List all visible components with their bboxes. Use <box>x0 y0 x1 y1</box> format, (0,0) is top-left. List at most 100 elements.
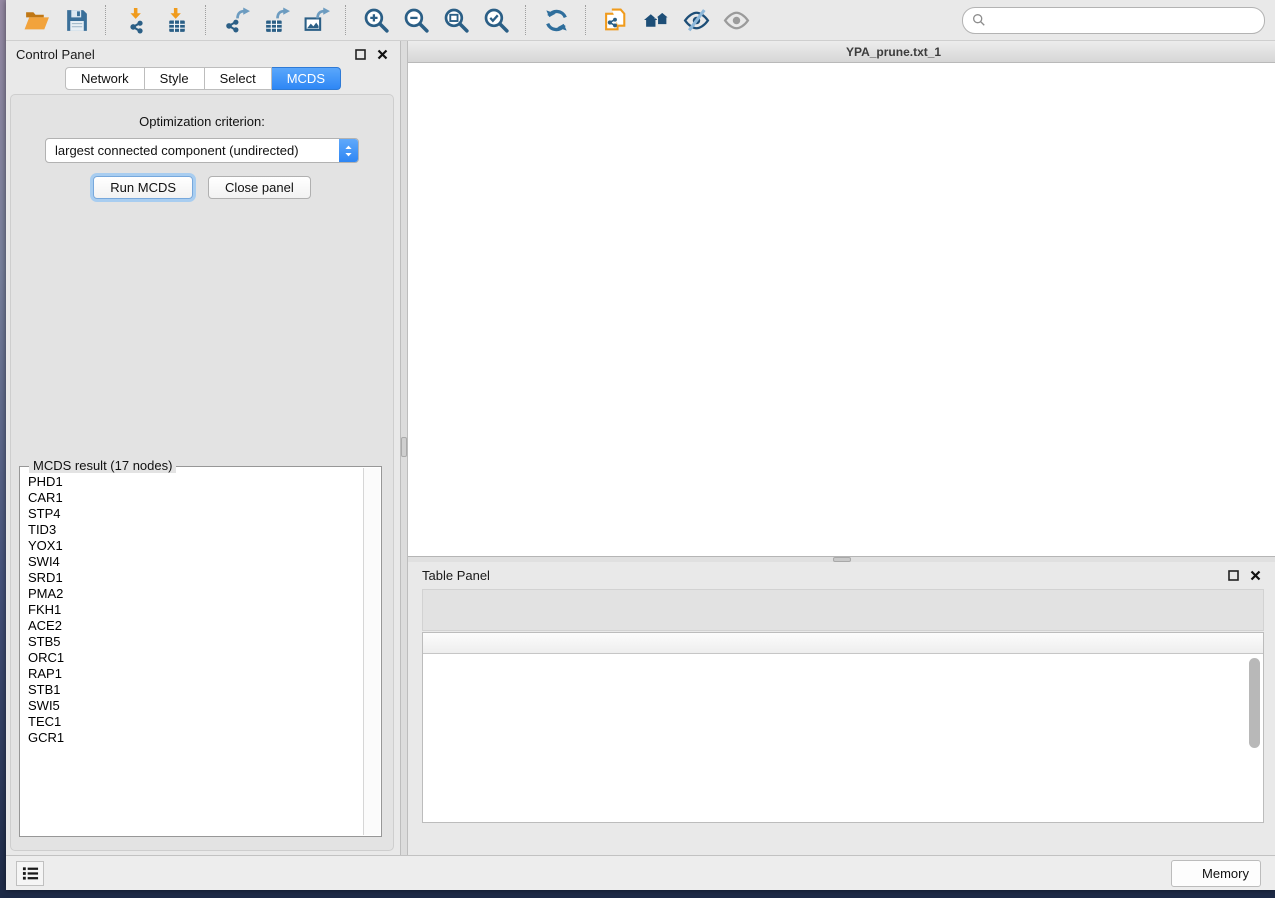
result-list-item[interactable]: TID3 <box>28 522 363 538</box>
hide-graphics-details-icon <box>683 7 710 34</box>
network-from-selection-button[interactable] <box>601 5 631 35</box>
tab-select[interactable]: Select <box>205 67 272 90</box>
table-panel: Table Panel <box>408 562 1275 855</box>
right-column: YPA_prune.txt_1 Table Panel <box>408 41 1275 855</box>
close-window-icon[interactable] <box>416 46 428 58</box>
control-panel: Control Panel NetworkStyleSelectMCDS Opt… <box>6 41 400 855</box>
result-list-item[interactable]: PMA2 <box>28 586 363 602</box>
memory-button-label: Memory <box>1202 866 1249 881</box>
main-toolbar <box>6 0 1275 41</box>
apply-layout-icon <box>543 7 570 34</box>
application-window: Control Panel NetworkStyleSelectMCDS Opt… <box>6 0 1275 890</box>
tab-style[interactable]: Style <box>145 67 205 90</box>
save-session-button[interactable] <box>61 5 91 35</box>
open-file-icon <box>23 7 50 34</box>
result-list-scrollbar[interactable] <box>363 468 380 835</box>
result-list-item[interactable]: GCR1 <box>28 730 363 746</box>
result-list-item[interactable]: CAR1 <box>28 490 363 506</box>
result-list-item[interactable]: FKH1 <box>28 602 363 618</box>
import-table-button[interactable] <box>161 5 191 35</box>
import-table-icon <box>163 7 190 34</box>
control-panel-header: Control Panel <box>6 41 400 67</box>
zoom-selected-button[interactable] <box>481 5 511 35</box>
show-graphics-details-button[interactable] <box>721 5 751 35</box>
show-graphics-details-icon <box>723 7 750 34</box>
toolbar-separator <box>585 5 587 35</box>
export-image-button[interactable] <box>301 5 331 35</box>
result-list-item[interactable]: ACE2 <box>28 618 363 634</box>
minimize-window-icon[interactable] <box>436 46 448 58</box>
scrollbar-thumb[interactable] <box>1249 658 1260 748</box>
result-list-item[interactable]: TEC1 <box>28 714 363 730</box>
export-network-button[interactable] <box>221 5 251 35</box>
status-bar: Memory <box>6 855 1275 890</box>
list-icon <box>22 866 39 880</box>
hide-graphics-details-button[interactable] <box>681 5 711 35</box>
toolbar-separator <box>105 5 107 35</box>
table-body <box>423 654 1246 822</box>
result-list-item[interactable]: STB5 <box>28 634 363 650</box>
import-network-button[interactable] <box>121 5 151 35</box>
main-area: Control Panel NetworkStyleSelectMCDS Opt… <box>6 41 1275 855</box>
first-neighbors-button[interactable] <box>641 5 671 35</box>
task-history-button[interactable] <box>16 861 44 886</box>
mcds-result-group: MCDS result (17 nodes) PHD1CAR1STP4TID3Y… <box>19 466 382 837</box>
float-panel-icon[interactable] <box>1226 568 1241 583</box>
network-canvas[interactable] <box>408 63 1275 556</box>
result-list-item[interactable]: SWI5 <box>28 698 363 714</box>
toolbar-separator <box>205 5 207 35</box>
zoom-in-button[interactable] <box>361 5 391 35</box>
network-view-window: YPA_prune.txt_1 <box>408 41 1275 557</box>
search-box[interactable] <box>962 7 1265 34</box>
close-panel-icon[interactable] <box>1248 568 1263 583</box>
criterion-dropdown[interactable]: largest connected component (undirected) <box>45 138 359 163</box>
open-file-button[interactable] <box>21 5 51 35</box>
optimization-criterion-label: Optimization criterion: <box>11 114 393 129</box>
close-panel-button[interactable]: Close panel <box>208 176 311 199</box>
result-list-item[interactable]: YOX1 <box>28 538 363 554</box>
result-list-item[interactable]: PHD1 <box>28 474 363 490</box>
import-network-icon <box>123 7 150 34</box>
zoom-selected-icon <box>483 7 510 34</box>
search-input[interactable] <box>991 12 1255 28</box>
close-panel-icon[interactable] <box>375 47 390 62</box>
export-network-icon <box>223 7 250 34</box>
table-scrollbar[interactable] <box>1248 654 1261 820</box>
control-panel-title: Control Panel <box>16 47 95 62</box>
memory-button[interactable]: Memory <box>1171 860 1261 887</box>
toolbar-separator <box>345 5 347 35</box>
first-neighbors-icon <box>643 7 670 34</box>
result-list-item[interactable]: SRD1 <box>28 570 363 586</box>
tab-network[interactable]: Network <box>65 67 145 90</box>
tab-mcds[interactable]: MCDS <box>272 67 341 90</box>
apply-layout-button[interactable] <box>541 5 571 35</box>
network-graph[interactable] <box>408 63 708 213</box>
zoom-fit-button[interactable] <box>441 5 471 35</box>
result-list-item[interactable]: ORC1 <box>28 650 363 666</box>
run-mcds-button[interactable]: Run MCDS <box>93 176 193 199</box>
node-table <box>422 632 1264 823</box>
result-list-item[interactable]: SWI4 <box>28 554 363 570</box>
memory-status-icon <box>1183 867 1195 879</box>
result-list-item[interactable]: STP4 <box>28 506 363 522</box>
table-header-row <box>423 633 1263 654</box>
splitter-grip[interactable] <box>401 437 407 457</box>
table-toolbar <box>422 589 1264 631</box>
maximize-window-icon[interactable] <box>456 46 468 58</box>
mcds-result-list[interactable]: PHD1CAR1STP4TID3YOX1SWI4SRD1PMA2FKH1ACE2… <box>20 470 363 835</box>
zoom-out-icon <box>403 7 430 34</box>
export-table-icon <box>263 7 290 34</box>
float-panel-icon[interactable] <box>353 47 368 62</box>
table-panel-header: Table Panel <box>408 562 1275 588</box>
vertical-splitter[interactable] <box>400 41 408 855</box>
export-image-icon <box>303 7 330 34</box>
table-panel-title: Table Panel <box>422 568 490 583</box>
export-table-button[interactable] <box>261 5 291 35</box>
result-list-item[interactable]: RAP1 <box>28 666 363 682</box>
result-list-item[interactable]: STB1 <box>28 682 363 698</box>
control-panel-tabs: NetworkStyleSelectMCDS <box>6 67 400 90</box>
network-window-title: YPA_prune.txt_1 <box>846 45 941 59</box>
zoom-out-button[interactable] <box>401 5 431 35</box>
search-icon <box>972 13 986 27</box>
toolbar-separator <box>525 5 527 35</box>
